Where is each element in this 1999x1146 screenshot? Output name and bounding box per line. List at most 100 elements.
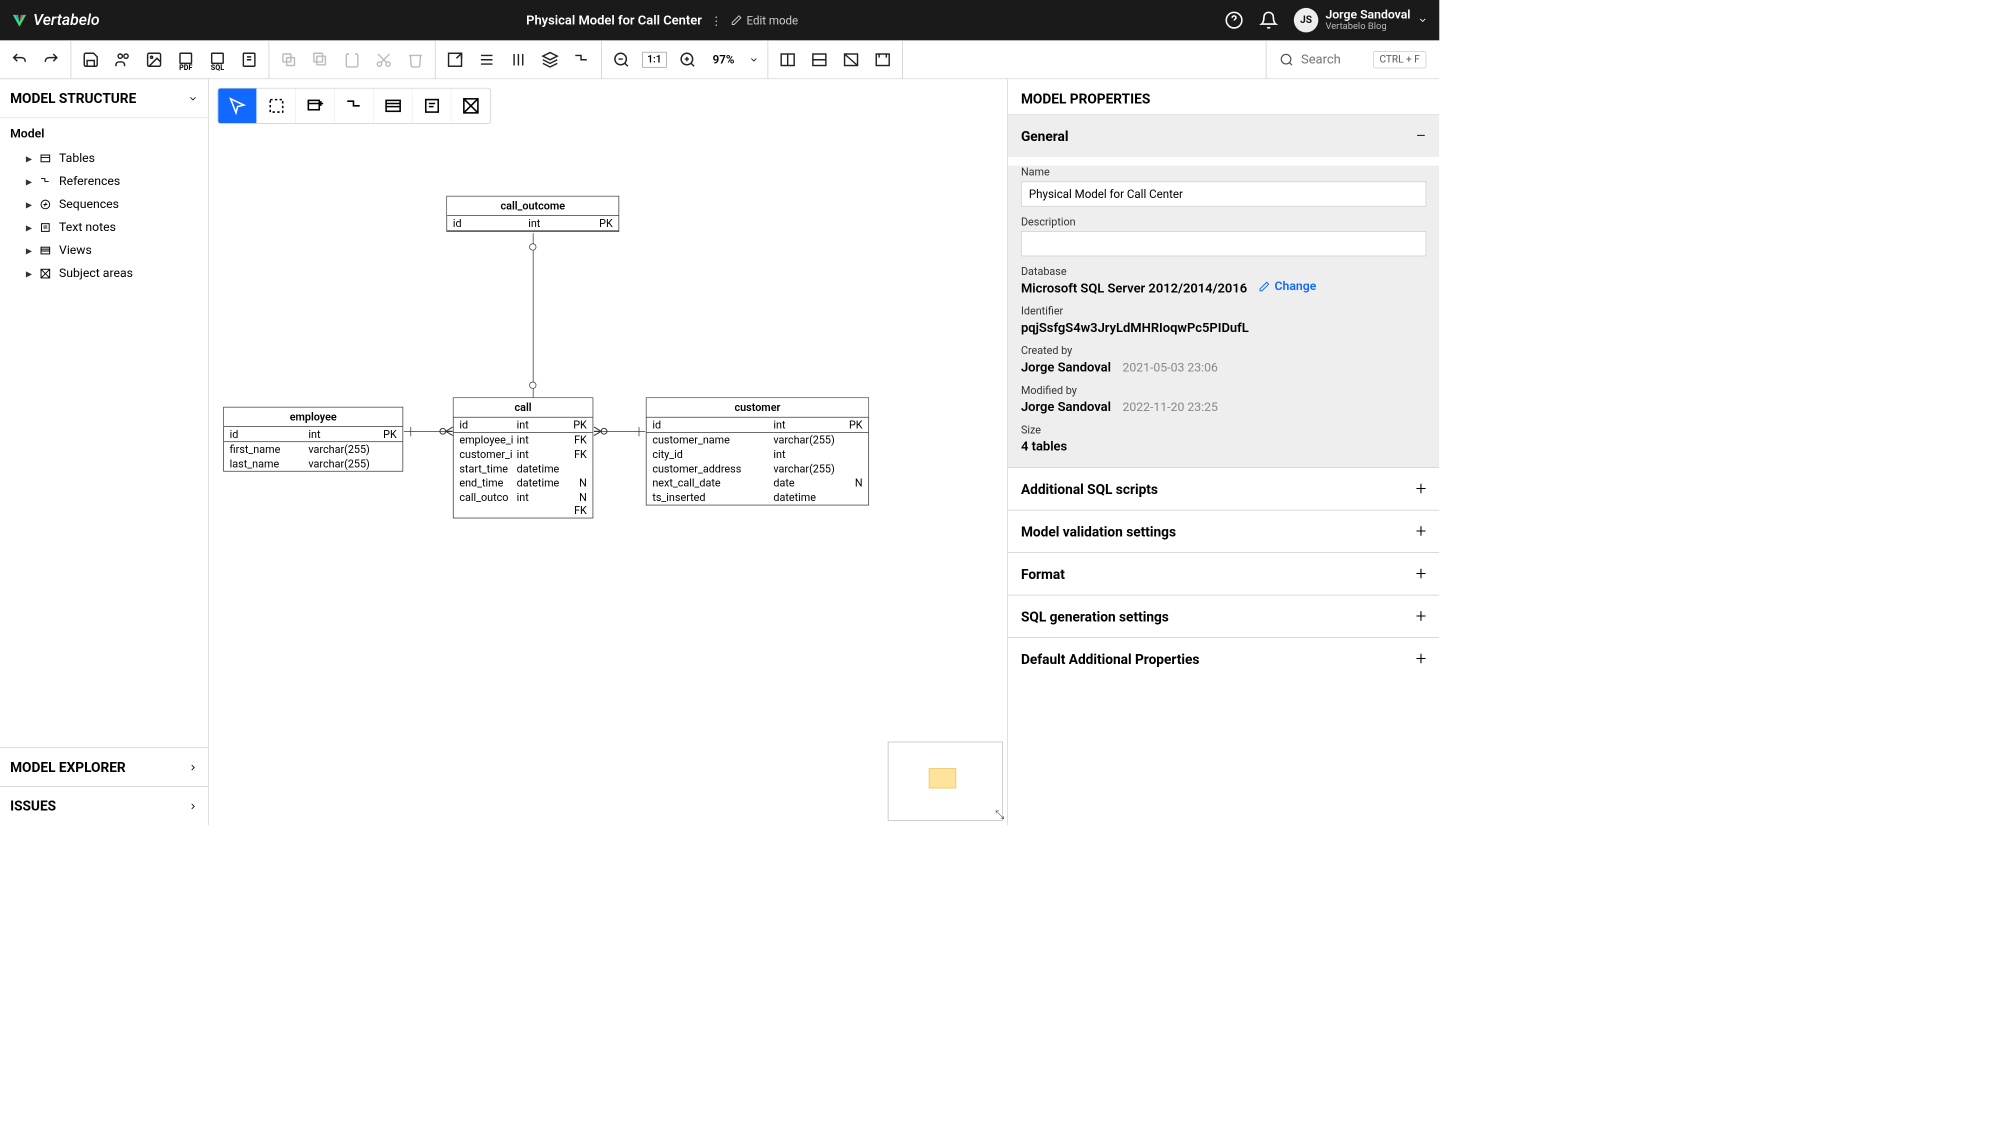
column-row[interactable]: ts_inserteddatetime <box>647 490 869 504</box>
column-row[interactable]: first_namevarchar(255) <box>224 442 403 456</box>
column-row[interactable]: idintPK <box>447 216 618 231</box>
tool-marquee[interactable] <box>257 89 296 124</box>
bell-icon[interactable] <box>1259 11 1278 30</box>
tree-root[interactable]: Model <box>10 127 198 141</box>
delete-button[interactable] <box>405 49 427 71</box>
column-row[interactable]: customer_addressvarchar(255) <box>647 462 869 476</box>
chevron-down-icon <box>1418 15 1428 25</box>
section-validation[interactable]: Model validation settings+ <box>1008 510 1439 552</box>
brand-logo[interactable]: Vertabelo <box>12 11 100 29</box>
duplicate-button[interactable] <box>310 49 332 71</box>
tool-add-area[interactable] <box>451 89 490 124</box>
column-row[interactable]: idintPK <box>647 418 869 433</box>
tree-item-references[interactable]: ▶ References <box>10 170 198 193</box>
tree-item-views[interactable]: ▶ Views <box>10 239 198 262</box>
resize-button[interactable] <box>444 49 466 71</box>
column-row[interactable]: idintPK <box>224 427 403 442</box>
section-format[interactable]: Format+ <box>1008 553 1439 595</box>
help-icon[interactable] <box>1225 11 1244 30</box>
zoom-in-button[interactable] <box>677 49 699 71</box>
issues-header[interactable]: ISSUES <box>0 786 208 825</box>
save-button[interactable] <box>80 49 102 71</box>
model-explorer-header[interactable]: MODEL EXPLORER <box>0 747 208 786</box>
column-row[interactable]: customer_namevarchar(255) <box>647 433 869 447</box>
tree-item-subjectareas[interactable]: ▶ Subject areas <box>10 262 198 285</box>
user-menu[interactable]: JS Jorge Sandoval Vertabelo Blog <box>1294 8 1428 32</box>
kebab-menu-icon[interactable]: ⋮ <box>711 13 723 27</box>
tool-add-view[interactable] <box>374 89 413 124</box>
column-row[interactable]: last_namevarchar(255) <box>224 456 403 470</box>
properties-title: MODEL PROPERTIES <box>1008 79 1439 114</box>
relationship-cardinality <box>410 427 411 436</box>
share-button[interactable] <box>112 49 134 71</box>
database-label: Database <box>1021 265 1426 278</box>
tool-add-reference[interactable] <box>335 89 374 124</box>
zoom-fit-button[interactable]: 1:1 <box>642 51 666 67</box>
change-database-link[interactable]: Change <box>1259 279 1317 293</box>
export-xml-button[interactable] <box>238 49 260 71</box>
tree-item-sequences[interactable]: ▶ Sequences <box>10 193 198 216</box>
undo-button[interactable] <box>9 49 31 71</box>
chevron-down-icon[interactable] <box>749 54 759 64</box>
zoom-out-button[interactable] <box>611 49 633 71</box>
zoom-value[interactable]: 97% <box>708 53 738 67</box>
minimap-navigator[interactable]: ⤡ <box>888 742 1003 821</box>
resize-handle-icon[interactable]: ⤡ <box>995 808 1004 822</box>
section-general-header[interactable]: General − <box>1008 115 1439 157</box>
diagram-canvas[interactable]: call_outcome idintPK employee idintPK fi… <box>209 79 1007 825</box>
layers-button[interactable] <box>539 49 561 71</box>
view-mode-2-button[interactable] <box>808 49 830 71</box>
model-structure-header[interactable]: MODEL STRUCTURE <box>0 79 208 118</box>
plus-icon: + <box>1416 606 1427 628</box>
column-row[interactable]: customer_iintFK <box>454 447 593 461</box>
view-mode-3-button[interactable] <box>840 49 862 71</box>
description-input[interactable] <box>1021 231 1426 256</box>
area-icon <box>39 267 52 280</box>
relationship-line[interactable] <box>533 233 534 397</box>
search-shortcut-hint: CTRL + F <box>1373 51 1426 68</box>
section-additional-sql[interactable]: Additional SQL scripts+ <box>1008 468 1439 510</box>
modifiedby-label: Modified by <box>1021 384 1426 397</box>
crowsfoot-icon <box>438 426 452 440</box>
paste-button[interactable] <box>341 49 363 71</box>
entity-call-outcome[interactable]: call_outcome idintPK <box>446 196 619 232</box>
section-default-props[interactable]: Default Additional Properties+ <box>1008 638 1439 680</box>
redo-button[interactable] <box>40 49 62 71</box>
search-icon[interactable] <box>1279 52 1293 66</box>
relationship-cardinality <box>639 427 640 436</box>
column-row[interactable]: start_timedatetime <box>454 462 593 476</box>
edit-mode-button[interactable]: Edit mode <box>731 13 798 27</box>
route-button[interactable] <box>571 49 593 71</box>
tool-add-note[interactable] <box>413 89 452 124</box>
modifiedat-value: 2022-11-20 23:25 <box>1123 400 1218 414</box>
relationship-cardinality <box>529 382 536 389</box>
search-group: CTRL + F <box>1266 40 1439 78</box>
search-input[interactable] <box>1301 52 1366 67</box>
column-row[interactable]: city_idint <box>647 447 869 461</box>
relationship-cardinality <box>529 243 536 250</box>
vertabelo-logo-icon <box>12 12 28 28</box>
column-row[interactable]: next_call_datedateN <box>647 476 869 490</box>
view-mode-4-button[interactable] <box>872 49 894 71</box>
column-row[interactable]: employee_iintFK <box>454 433 593 447</box>
tool-select[interactable] <box>218 89 257 124</box>
entity-call[interactable]: call idintPK employee_iintFK customer_ii… <box>453 397 593 518</box>
section-sql-gen[interactable]: SQL generation settings+ <box>1008 595 1439 637</box>
align-v-button[interactable] <box>508 49 530 71</box>
column-row[interactable]: end_timedatetimeN <box>454 476 593 490</box>
entity-customer[interactable]: customer idintPK customer_namevarchar(25… <box>646 397 869 505</box>
cut-button[interactable] <box>373 49 395 71</box>
tree-item-tables[interactable]: ▶ Tables <box>10 147 198 170</box>
align-h-button[interactable] <box>476 49 498 71</box>
minimap-viewport[interactable] <box>929 768 956 788</box>
column-row[interactable]: idintPK <box>454 418 593 433</box>
column-row[interactable]: call_outcointN FK <box>454 490 593 517</box>
entity-employee[interactable]: employee idintPK first_namevarchar(255) … <box>223 407 403 472</box>
export-image-button[interactable] <box>143 49 165 71</box>
tool-add-table[interactable] <box>296 89 335 124</box>
tree-item-textnotes[interactable]: ▶ Text notes <box>10 216 198 239</box>
view-mode-1-button[interactable] <box>777 49 799 71</box>
name-input[interactable] <box>1021 181 1426 206</box>
copy-button[interactable] <box>278 49 300 71</box>
createdby-label: Created by <box>1021 344 1426 357</box>
